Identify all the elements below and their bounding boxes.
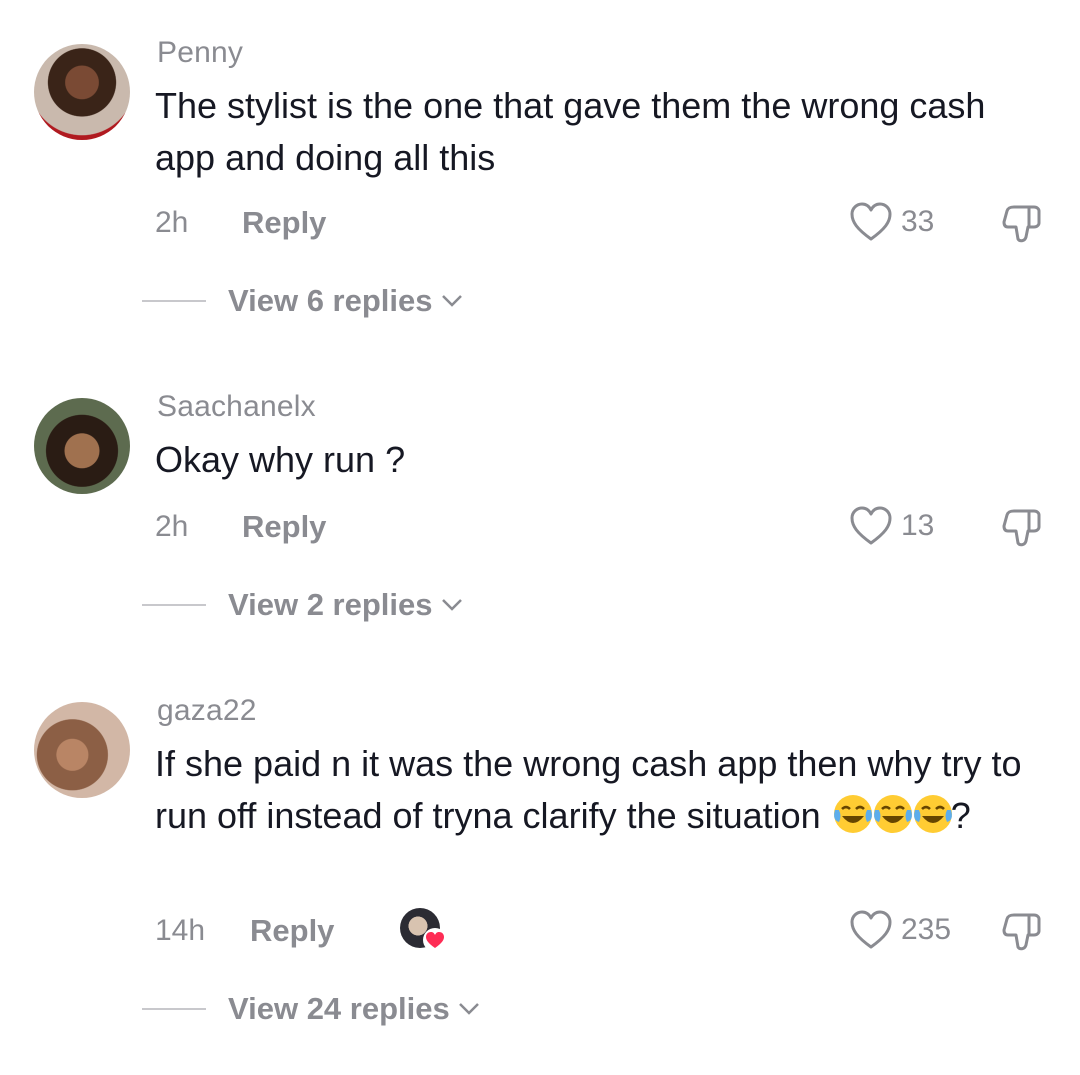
laughing-emoji-icon <box>833 795 872 833</box>
reply-button[interactable]: Reply <box>242 509 326 545</box>
heart-badge-icon <box>423 928 447 952</box>
reply-button[interactable]: Reply <box>250 913 334 949</box>
creator-liked-badge <box>400 908 447 952</box>
like-count: 235 <box>901 913 952 946</box>
avatar[interactable] <box>34 44 130 140</box>
comment-username[interactable]: Saachanelx <box>157 390 316 424</box>
heart-icon <box>850 506 892 545</box>
view-replies-button[interactable]: View 6 replies <box>142 283 463 319</box>
dislike-icon[interactable] <box>1000 507 1046 549</box>
view-replies-label: View 6 replies <box>228 283 433 318</box>
comment-username[interactable]: Penny <box>157 36 243 70</box>
heart-icon <box>850 202 892 241</box>
emoji-group <box>831 790 952 842</box>
avatar[interactable] <box>34 702 130 798</box>
like-count: 13 <box>901 509 935 542</box>
view-replies-button[interactable]: View 24 replies <box>142 991 480 1027</box>
like-button[interactable]: 13 <box>849 506 934 546</box>
like-count: 33 <box>901 205 935 238</box>
laughing-emoji-icon <box>913 795 952 833</box>
chevron-down-icon <box>458 1003 479 1015</box>
chevron-down-icon <box>441 599 462 611</box>
like-button[interactable]: 235 <box>849 910 951 950</box>
comment-text: If she paid n it was the wrong cash app … <box>155 738 1045 842</box>
heart-icon <box>850 910 892 949</box>
comment-text: The stylist is the one that gave them th… <box>155 85 986 178</box>
like-button[interactable]: 33 <box>849 202 934 242</box>
divider-line <box>142 604 206 606</box>
comment-time: 14h <box>155 914 206 947</box>
comment-username[interactable]: gaza22 <box>157 694 257 728</box>
comment-time: 2h <box>155 510 189 543</box>
comment-text-suffix: ? <box>950 795 971 836</box>
reply-button[interactable]: Reply <box>242 205 326 241</box>
comment-text: Okay why run ? <box>155 439 406 480</box>
chevron-down-icon <box>441 295 462 307</box>
comment-time: 2h <box>155 206 189 239</box>
view-replies-label: View 24 replies <box>228 991 450 1026</box>
laughing-emoji-icon <box>873 795 912 833</box>
divider-line <box>142 1008 206 1010</box>
view-replies-button[interactable]: View 2 replies <box>142 587 463 623</box>
avatar[interactable] <box>34 398 130 494</box>
view-replies-label: View 2 replies <box>228 587 433 622</box>
dislike-icon[interactable] <box>1000 203 1046 245</box>
divider-line <box>142 300 206 302</box>
dislike-icon[interactable] <box>1000 911 1046 953</box>
